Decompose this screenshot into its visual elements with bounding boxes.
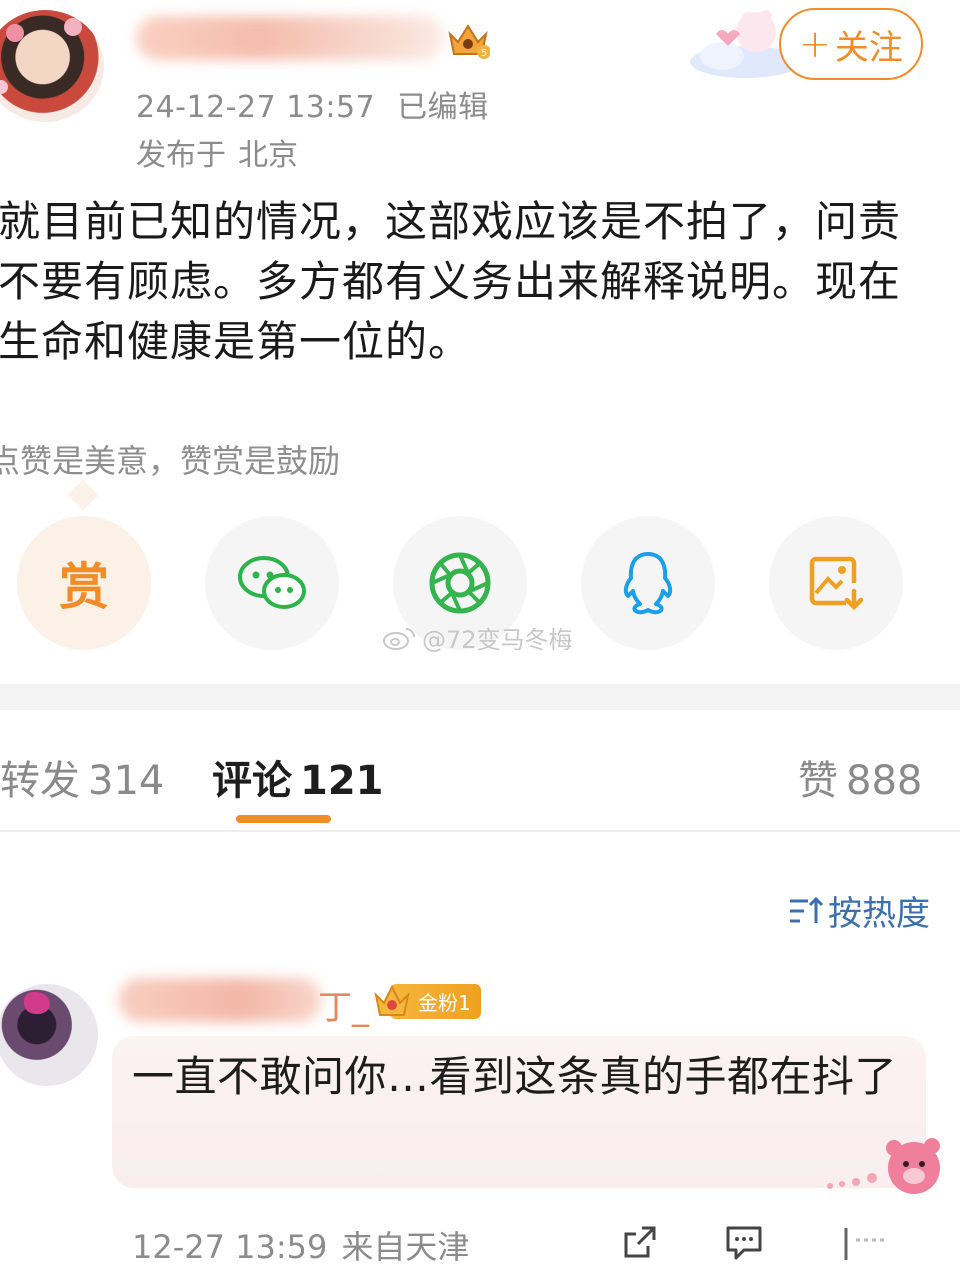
bear-decoration: [826, 1134, 946, 1204]
post-location: 发布于 北京: [136, 138, 298, 173]
svg-text:5: 5: [481, 48, 487, 59]
author-avatar[interactable]: [0, 10, 104, 122]
wechat-icon: [238, 556, 306, 609]
save-image-button[interactable]: [769, 516, 903, 650]
reward-button[interactable]: 赏: [17, 516, 151, 650]
weibo-logo-icon: [383, 627, 415, 650]
moments-icon: [429, 552, 491, 614]
tab-comments[interactable]: 评论 121: [212, 748, 384, 806]
qq-icon: [623, 552, 673, 615]
commenter-name-tail[interactable]: 丁_: [318, 980, 369, 1029]
reward-icon: 赏: [59, 558, 109, 616]
comment-icon[interactable]: [724, 1222, 764, 1262]
repost-icon[interactable]: [620, 1222, 660, 1262]
plus-icon: +: [799, 22, 831, 66]
qq-share-button[interactable]: [581, 516, 715, 650]
comment-text[interactable]: 一直不敢问你…看到这条真的手都在抖了: [132, 1046, 902, 1108]
author-name-blurred[interactable]: [136, 16, 444, 60]
active-tab-indicator: [236, 815, 331, 823]
vip-crown-icon: 5: [446, 20, 491, 60]
edited-label[interactable]: 已编辑: [397, 90, 489, 125]
comment-meta: 12-27 13:59 来自天津: [132, 1228, 470, 1266]
sort-icon: [790, 896, 824, 923]
tabs-divider: [0, 830, 960, 832]
fan-badge: 金粉1: [372, 983, 481, 1019]
section-divider: [0, 684, 960, 710]
follow-button[interactable]: + 关注: [779, 8, 923, 80]
post-timestamp: 24-12-27 13:57 已编辑: [136, 90, 489, 125]
commenter-avatar[interactable]: [0, 984, 98, 1086]
weibo-watermark: @72变马冬梅: [382, 620, 573, 655]
like-icon[interactable]: [832, 1222, 892, 1262]
reward-tip: 点赞是美意，赞赏是鼓励: [0, 442, 341, 480]
commenter-name-blurred[interactable]: [118, 978, 322, 1022]
wechat-share-button[interactable]: [205, 516, 339, 650]
tab-likes[interactable]: 赞 888: [798, 748, 922, 806]
tab-repost[interactable]: 转发 314: [0, 748, 164, 806]
tip-pointer: [67, 479, 99, 511]
crown-icon: [374, 984, 410, 1016]
post-text: 就目前已知的情况，这部戏应该是不拍了，问责 不要有顾虑。多方都有义务出来解释说明…: [0, 197, 902, 366]
save-image-icon: [809, 556, 864, 611]
sort-by-hot-button[interactable]: 按热度: [788, 886, 930, 935]
